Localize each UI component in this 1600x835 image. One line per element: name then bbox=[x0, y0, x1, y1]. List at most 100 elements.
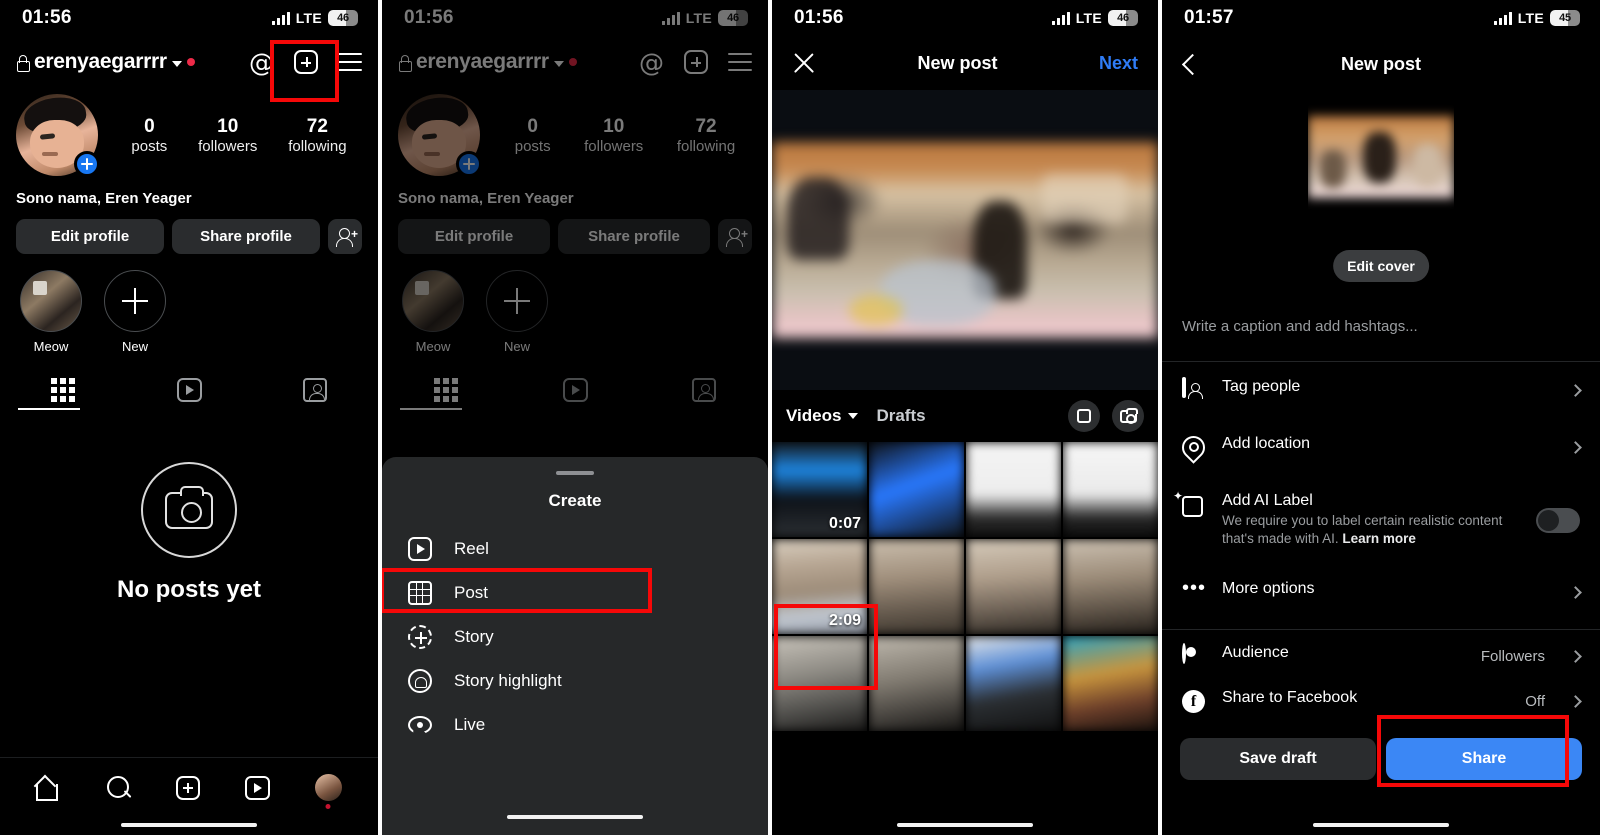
tab-grid[interactable] bbox=[0, 370, 126, 410]
header-icon-group: @ bbox=[249, 50, 362, 75]
create-options-list: Reel Post Story Story highlight Live bbox=[382, 527, 768, 747]
add-person-icon: + bbox=[335, 227, 358, 247]
media-preview[interactable] bbox=[772, 90, 1158, 390]
panel-create-sheet: 01:56 LTE 46 erenyaegarrrr @ 0 posts bbox=[382, 0, 768, 835]
save-draft-button[interactable]: Save draft bbox=[1180, 738, 1376, 781]
close-icon[interactable] bbox=[792, 51, 816, 75]
media-cell[interactable] bbox=[869, 539, 964, 634]
share-button[interactable]: Share bbox=[1386, 738, 1582, 781]
panel-profile: 01:56 LTE 46 erenyaegarrrr @ 0 posts 10 … bbox=[0, 0, 378, 835]
next-button[interactable]: Next bbox=[1099, 53, 1138, 74]
highlight-meow[interactable]: Meow bbox=[20, 270, 82, 354]
cover-thumbnail[interactable]: Edit cover bbox=[1308, 98, 1454, 294]
sheet-title: Create bbox=[548, 491, 602, 510]
avatar[interactable] bbox=[16, 94, 100, 177]
status-time: 01:57 bbox=[1184, 7, 1234, 28]
media-cell[interactable] bbox=[1063, 636, 1158, 731]
create-option-story[interactable]: Story bbox=[382, 615, 768, 659]
home-icon[interactable] bbox=[36, 776, 62, 801]
highlight-label: Meow bbox=[33, 339, 69, 354]
stat-posts[interactable]: 0 posts bbox=[131, 115, 167, 156]
create-option-post[interactable]: Post bbox=[382, 571, 768, 615]
album-selector[interactable]: Videos bbox=[786, 406, 859, 426]
media-cell[interactable] bbox=[772, 636, 867, 731]
back-chevron-icon[interactable] bbox=[1182, 53, 1195, 75]
chevron-down-icon bbox=[171, 60, 182, 67]
signal-bars-icon bbox=[1051, 11, 1070, 25]
plus-box-icon[interactable] bbox=[294, 50, 318, 74]
option-tag-people[interactable]: Tag people bbox=[1162, 362, 1600, 419]
sheet-grabber[interactable] bbox=[556, 471, 594, 475]
camera-circle bbox=[141, 462, 237, 558]
option-add-ai-label[interactable]: Add AI Label We require you to label cer… bbox=[1162, 476, 1600, 564]
battery-level: 46 bbox=[1117, 12, 1129, 24]
media-cell[interactable] bbox=[1063, 442, 1158, 537]
gallery-tools bbox=[1068, 400, 1144, 432]
chevron-right-icon bbox=[1569, 650, 1582, 664]
create-option-label: Post bbox=[454, 583, 489, 602]
media-cell[interactable] bbox=[869, 636, 964, 731]
create-bottom-sheet: Create Reel Post Story Story highlight L… bbox=[382, 457, 768, 835]
status-bar: 01:57 LTE 45 bbox=[1162, 0, 1600, 36]
caption-input[interactable]: Write a caption and add hashtags... bbox=[1162, 294, 1600, 335]
create-option-story-highlight[interactable]: Story highlight bbox=[382, 659, 768, 703]
drafts-tab[interactable]: Drafts bbox=[876, 406, 925, 426]
option-label: Add AI Label bbox=[1222, 492, 1313, 509]
media-grid: 0:07 2:09 bbox=[772, 442, 1158, 731]
media-cell[interactable] bbox=[966, 539, 1061, 634]
option-add-location[interactable]: Add location bbox=[1162, 419, 1600, 476]
option-more-options[interactable]: ••• More options bbox=[1162, 564, 1600, 621]
profile-header: erenyaegarrrr @ bbox=[0, 36, 378, 88]
stat-value: 10 bbox=[217, 115, 239, 137]
reels-icon[interactable] bbox=[244, 775, 270, 800]
profile-avatar[interactable] bbox=[314, 774, 342, 809]
camera-button[interactable] bbox=[1112, 400, 1144, 432]
add-person-button[interactable]: + bbox=[328, 219, 362, 254]
create-option-reel[interactable]: Reel bbox=[382, 527, 768, 571]
facebook-icon: f bbox=[1182, 690, 1205, 714]
media-cell[interactable] bbox=[1063, 539, 1158, 634]
highlight-new[interactable]: New bbox=[104, 270, 166, 354]
create-icon[interactable] bbox=[175, 775, 200, 800]
stat-followers[interactable]: 10 followers bbox=[198, 115, 257, 156]
media-cell[interactable] bbox=[869, 442, 964, 537]
share-profile-button[interactable]: Share profile bbox=[172, 219, 320, 254]
setting-audience[interactable]: Audience Followers bbox=[1162, 630, 1600, 679]
add-story-icon[interactable] bbox=[74, 151, 100, 177]
stat-following[interactable]: 72 following bbox=[288, 115, 346, 156]
setting-label: Share to Facebook bbox=[1222, 689, 1358, 707]
create-option-live[interactable]: Live bbox=[382, 703, 768, 747]
option-sublabel: We require you to label certain realisti… bbox=[1222, 512, 1520, 548]
media-cell[interactable] bbox=[966, 442, 1061, 537]
chevron-right-icon bbox=[1569, 695, 1582, 709]
new-post-header: New post Next bbox=[772, 36, 1158, 90]
create-option-label: Story highlight bbox=[454, 671, 562, 690]
battery-icon: 46 bbox=[1108, 10, 1138, 26]
threads-icon[interactable]: @ bbox=[249, 50, 274, 75]
edit-profile-button[interactable]: Edit profile bbox=[16, 219, 164, 254]
stat-label: following bbox=[288, 138, 347, 156]
edit-cover-button[interactable]: Edit cover bbox=[1333, 250, 1429, 282]
signal-bars-icon bbox=[1493, 11, 1512, 25]
setting-share-to-facebook[interactable]: f Share to Facebook Off bbox=[1162, 679, 1600, 724]
ai-label-toggle[interactable] bbox=[1536, 507, 1580, 533]
stat-value: 72 bbox=[306, 115, 328, 137]
story-highlight-icon bbox=[408, 669, 432, 693]
learn-more-link[interactable]: Learn more bbox=[1342, 531, 1416, 546]
empty-state-title: No posts yet bbox=[116, 576, 262, 603]
reel-icon bbox=[408, 537, 432, 561]
status-bar: 01:56 LTE 46 bbox=[0, 0, 378, 36]
search-icon[interactable] bbox=[107, 775, 131, 800]
status-indicators: LTE 46 bbox=[271, 10, 358, 26]
multi-select-button[interactable] bbox=[1068, 400, 1100, 432]
preview-image bbox=[772, 142, 1158, 338]
media-cell[interactable] bbox=[966, 636, 1061, 731]
media-cell-selected[interactable]: 2:09 bbox=[772, 539, 867, 634]
username-switcher[interactable]: erenyaegarrrr bbox=[16, 50, 249, 74]
multi-select-icon bbox=[1075, 407, 1093, 425]
tab-reels[interactable] bbox=[126, 370, 252, 410]
hamburger-icon[interactable] bbox=[338, 53, 362, 71]
media-cell[interactable]: 0:07 bbox=[772, 442, 867, 537]
create-option-label: Live bbox=[454, 715, 486, 734]
tab-tagged[interactable] bbox=[252, 370, 378, 410]
